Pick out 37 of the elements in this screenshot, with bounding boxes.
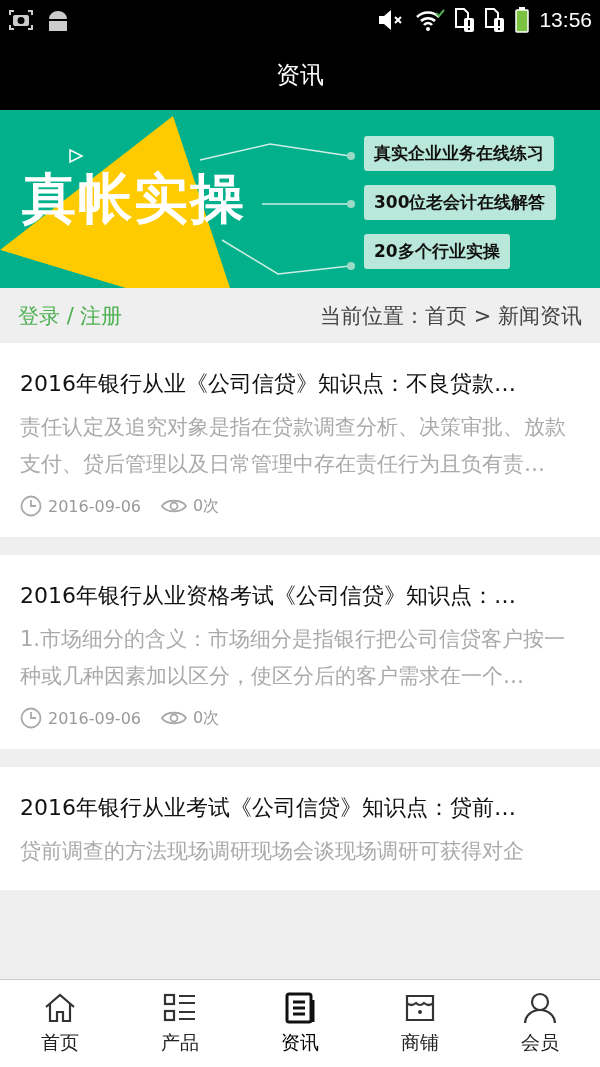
article-card[interactable]: 2016年银行从业考试《公司信贷》知识点：贷前… 贷前调查的方法现场调研现场会谈现场调研可获得对企 bbox=[0, 767, 600, 890]
sim-icon bbox=[455, 8, 476, 32]
wifi-icon bbox=[415, 9, 446, 31]
article-date: 2016-09-06 bbox=[48, 708, 141, 728]
camera-icon bbox=[8, 9, 34, 31]
article-excerpt: 贷前调查的方法现场调研现场会谈现场调研可获得对企 bbox=[20, 838, 525, 865]
nav-tab[interactable]: 商铺 bbox=[360, 980, 480, 1067]
breadcrumb-text: 当前位置：首页 > 新闻资讯 bbox=[320, 302, 582, 330]
article-card[interactable]: 2016年银行从业资格考试《公司信贷》知识点：… 1.市场细分的含义：市场细分是指银行把公司信贷客户按一种或几种因素加以区分，使区分后的客户需求在一个… 2016-09-06 0次 bbox=[0, 555, 600, 749]
clock-icon bbox=[20, 495, 42, 517]
article-excerpt: 1.市场细分的含义：市场细分是指银行把公司信贷客户按一种或几种因素加以区分，使区分后的客户需求在一个… bbox=[20, 626, 567, 690]
page-title: 资讯 bbox=[276, 60, 324, 91]
home-icon bbox=[43, 991, 77, 1024]
eye-icon bbox=[161, 497, 187, 515]
nav-tab[interactable]: 资讯 bbox=[240, 980, 360, 1067]
sim-icon bbox=[485, 8, 506, 32]
article-title: 2016年银行从业考试《公司信贷》知识点：贷前… bbox=[20, 794, 517, 822]
battery-icon bbox=[515, 7, 530, 33]
grid-list-icon bbox=[163, 991, 197, 1024]
article-title: 2016年银行从业《公司信贷》知识点：不良贷款… bbox=[20, 370, 517, 398]
banner-tag: 真实企业业务在线练习 bbox=[364, 136, 554, 171]
view-count: 0次 bbox=[193, 707, 220, 729]
article-title: 2016年银行从业资格考试《公司信贷》知识点：… bbox=[20, 582, 517, 610]
nav-tab[interactable]: 产品 bbox=[120, 980, 240, 1067]
article-date: 2016-09-06 bbox=[48, 496, 141, 516]
nav-tab[interactable]: 会员 bbox=[480, 980, 600, 1067]
clock-icon bbox=[20, 707, 42, 729]
banner-tag: 20多个行业实操 bbox=[364, 234, 510, 269]
article-card[interactable]: 2016年银行从业《公司信贷》知识点：不良贷款… 责任认定及追究对象是指在贷款调查分析、决策审批、放款支付、贷后管理以及日常管理中存在责任行为且负有责… 2016-09-06 0次 bbox=[0, 343, 600, 537]
eye-icon bbox=[161, 709, 187, 727]
person-icon bbox=[523, 991, 557, 1024]
nav-tab[interactable]: 首页 bbox=[0, 980, 120, 1067]
document-icon bbox=[283, 991, 317, 1024]
banner-tag: 300位老会计在线解答 bbox=[364, 185, 556, 220]
article-excerpt: 责任认定及追究对象是指在贷款调查分析、决策审批、放款支付、贷后管理以及日常管理中存在责任行为且负有责… bbox=[20, 414, 567, 478]
status-time: 13:56 bbox=[539, 8, 592, 32]
view-count: 0次 bbox=[193, 495, 220, 517]
